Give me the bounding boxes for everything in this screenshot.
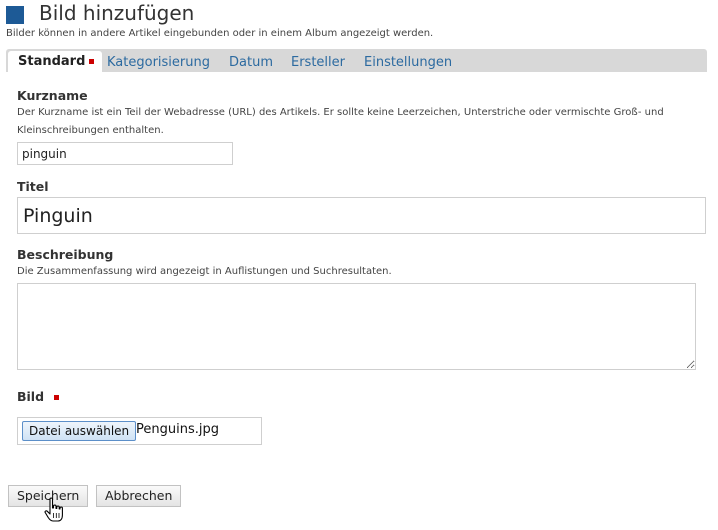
- beschreibung-label: Beschreibung: [17, 247, 114, 262]
- required-marker-icon: [54, 395, 60, 400]
- titel-input[interactable]: [17, 197, 706, 234]
- page-square-icon: [6, 6, 24, 24]
- hand-cursor-icon: [44, 497, 63, 522]
- file-name: Penguins.jpg: [136, 422, 219, 437]
- kurzname-label: Kurzname: [17, 88, 88, 103]
- page-description: Bilder können in andere Artikel eingebun…: [6, 28, 434, 39]
- tab-ersteller[interactable]: Ersteller: [291, 53, 345, 72]
- bild-label-text: Bild: [17, 389, 45, 404]
- tab-label: Standard: [18, 54, 86, 69]
- page-title: Bild hinzufügen: [39, 1, 195, 25]
- cancel-button[interactable]: Abbrechen: [96, 485, 182, 507]
- file-input: Datei auswählen Penguins.jpg: [17, 417, 262, 445]
- choose-file-button[interactable]: Datei auswählen: [22, 421, 137, 441]
- beschreibung-help: Die Zusammenfassung wird angezeigt in Au…: [17, 266, 392, 277]
- tab-einstellungen[interactable]: Einstellungen: [364, 53, 452, 72]
- required-marker-icon: [89, 59, 95, 64]
- tab-kategorisierung[interactable]: Kategorisierung: [107, 53, 210, 72]
- tab-datum[interactable]: Datum: [229, 53, 273, 72]
- tab-bar: Standard Kategorisierung Datum Ersteller…: [6, 49, 707, 72]
- kurzname-help: Der Kurzname ist ein Teil der Webadresse…: [17, 107, 664, 136]
- titel-label: Titel: [17, 179, 49, 194]
- tab-standard[interactable]: Standard: [8, 51, 103, 72]
- bild-label: Bild: [17, 389, 60, 404]
- kurzname-input[interactable]: [17, 142, 233, 165]
- beschreibung-textarea[interactable]: [17, 283, 696, 370]
